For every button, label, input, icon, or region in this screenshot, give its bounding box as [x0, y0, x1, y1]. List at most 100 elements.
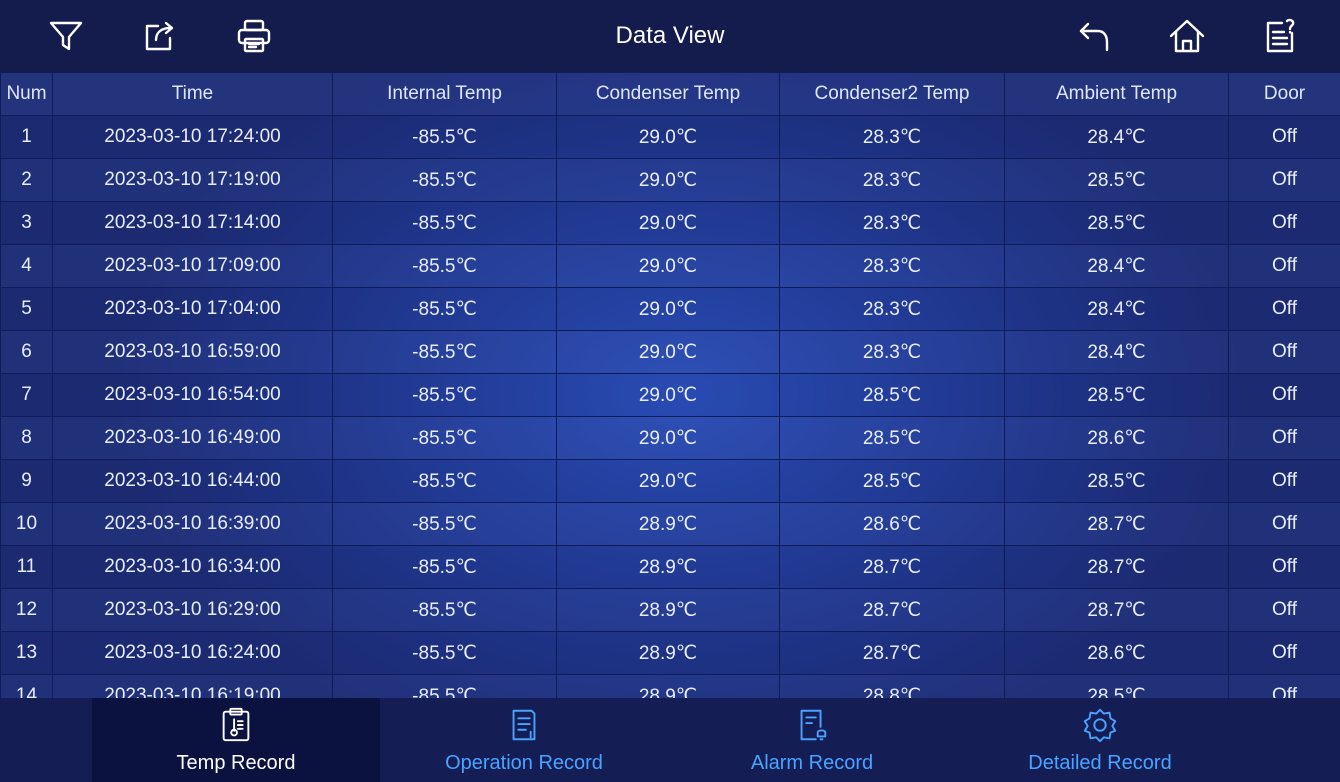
- cell-time: 2023-03-10 17:24:00: [52, 115, 333, 159]
- table-row[interactable]: 1 2023-03-10 17:24:00 -85.5℃ 29.0℃ 28.3℃ 28.4…: [0, 115, 1340, 159]
- temp-record-table: Num Time Internal Temp Condenser Temp Co…: [0, 72, 1340, 698]
- export-button[interactable]: [136, 12, 184, 60]
- page-title: Data View: [615, 22, 725, 49]
- data-table-container[interactable]: Num Time Internal Temp Condenser Temp Co…: [0, 72, 1340, 698]
- home-icon: [1169, 19, 1205, 53]
- nav-label-temp-record: Temp Record: [176, 752, 296, 774]
- table-row[interactable]: 4 2023-03-10 17:09:00 -85.5℃ 29.0℃ 28.3℃ 28.4…: [0, 244, 1340, 288]
- cell-time: 2023-03-10 16:59:00: [52, 330, 333, 374]
- gear-icon: [1083, 708, 1117, 743]
- help-button[interactable]: [1256, 12, 1304, 60]
- cell-time: 2023-03-10 17:04:00: [52, 287, 333, 331]
- cell-internal-temp: -85.5℃: [332, 545, 557, 589]
- print-button[interactable]: [230, 12, 278, 60]
- cell-condenser-temp: 29.0℃: [556, 115, 780, 159]
- column-header-num: Num: [0, 72, 53, 116]
- cell-condenser2-temp: 28.8℃: [779, 674, 1005, 698]
- cell-condenser2-temp: 28.3℃: [779, 330, 1005, 374]
- cell-time: 2023-03-10 16:19:00: [52, 674, 333, 698]
- cell-door: Off: [1228, 459, 1340, 503]
- table-row[interactable]: 10 2023-03-10 16:39:00 -85.5℃ 28.9℃ 28.6℃ 28.…: [0, 502, 1340, 546]
- cell-time: 2023-03-10 17:19:00: [52, 158, 333, 202]
- cell-ambient-temp: 28.5℃: [1004, 201, 1229, 245]
- cell-internal-temp: -85.5℃: [332, 674, 557, 698]
- cell-time: 2023-03-10 16:39:00: [52, 502, 333, 546]
- cell-internal-temp: -85.5℃: [332, 201, 557, 245]
- cell-internal-temp: -85.5℃: [332, 244, 557, 288]
- cell-ambient-temp: 28.7℃: [1004, 502, 1229, 546]
- nav-detailed-record[interactable]: Detailed Record: [956, 698, 1244, 782]
- cell-condenser-temp: 28.9℃: [556, 502, 780, 546]
- cell-internal-temp: -85.5℃: [332, 631, 557, 675]
- cell-condenser-temp: 28.9℃: [556, 588, 780, 632]
- cell-door: Off: [1228, 330, 1340, 374]
- cell-ambient-temp: 28.5℃: [1004, 459, 1229, 503]
- cell-num: 2: [0, 158, 53, 202]
- cell-condenser2-temp: 28.5℃: [779, 373, 1005, 417]
- table-row[interactable]: 6 2023-03-10 16:59:00 -85.5℃ 29.0℃ 28.3℃ 28.4…: [0, 330, 1340, 374]
- cell-door: Off: [1228, 244, 1340, 288]
- cell-condenser-temp: 29.0℃: [556, 459, 780, 503]
- cell-condenser2-temp: 28.7℃: [779, 631, 1005, 675]
- cell-num: 6: [0, 330, 53, 374]
- cell-condenser2-temp: 28.7℃: [779, 545, 1005, 589]
- cell-num: 8: [0, 416, 53, 460]
- nav-operation-record[interactable]: Operation Record: [380, 698, 668, 782]
- cell-internal-temp: -85.5℃: [332, 115, 557, 159]
- column-header-door: Door: [1228, 72, 1340, 116]
- back-button[interactable]: [1070, 12, 1118, 60]
- column-header-condenser-temp: Condenser Temp: [556, 72, 780, 116]
- table-row[interactable]: 3 2023-03-10 17:14:00 -85.5℃ 29.0℃ 28.3℃ 28.5…: [0, 201, 1340, 245]
- cell-ambient-temp: 28.7℃: [1004, 545, 1229, 589]
- cell-time: 2023-03-10 17:14:00: [52, 201, 333, 245]
- table-row[interactable]: 11 2023-03-10 16:34:00 -85.5℃ 28.9℃ 28.7℃ 28.…: [0, 545, 1340, 589]
- cell-door: Off: [1228, 201, 1340, 245]
- table-row[interactable]: 14 2023-03-10 16:19:00 -85.5℃ 28.9℃ 28.8℃ 28.…: [0, 674, 1340, 698]
- nav-alarm-record[interactable]: Alarm Record: [668, 698, 956, 782]
- cell-num: 5: [0, 287, 53, 331]
- cell-door: Off: [1228, 588, 1340, 632]
- top-bar: Data View: [0, 0, 1340, 72]
- nav-label-operation-record: Operation Record: [445, 752, 603, 774]
- cell-ambient-temp: 28.5℃: [1004, 674, 1229, 698]
- cell-time: 2023-03-10 17:09:00: [52, 244, 333, 288]
- cell-door: Off: [1228, 631, 1340, 675]
- table-row[interactable]: 2 2023-03-10 17:19:00 -85.5℃ 29.0℃ 28.3℃ 28.5…: [0, 158, 1340, 202]
- cell-num: 3: [0, 201, 53, 245]
- print-icon: [237, 19, 271, 53]
- cell-door: Off: [1228, 287, 1340, 331]
- cell-ambient-temp: 28.4℃: [1004, 115, 1229, 159]
- export-icon: [145, 21, 174, 51]
- cell-condenser2-temp: 28.3℃: [779, 115, 1005, 159]
- table-row[interactable]: 13 2023-03-10 16:24:00 -85.5℃ 28.9℃ 28.7℃ 28.…: [0, 631, 1340, 675]
- cell-internal-temp: -85.5℃: [332, 459, 557, 503]
- cell-num: 1: [0, 115, 53, 159]
- table-row[interactable]: 7 2023-03-10 16:54:00 -85.5℃ 29.0℃ 28.5℃ 28.5…: [0, 373, 1340, 417]
- home-button[interactable]: [1163, 12, 1211, 60]
- table-row[interactable]: 9 2023-03-10 16:44:00 -85.5℃ 29.0℃ 28.5℃ 28.5…: [0, 459, 1340, 503]
- column-header-ambient-temp: Ambient Temp: [1004, 72, 1229, 116]
- cell-condenser-temp: 29.0℃: [556, 158, 780, 202]
- cell-internal-temp: -85.5℃: [332, 373, 557, 417]
- cell-time: 2023-03-10 16:54:00: [52, 373, 333, 417]
- cell-condenser-temp: 28.9℃: [556, 631, 780, 675]
- cell-time: 2023-03-10 16:44:00: [52, 459, 333, 503]
- cell-condenser2-temp: 28.7℃: [779, 588, 1005, 632]
- filter-button[interactable]: [42, 12, 90, 60]
- cell-num: 7: [0, 373, 53, 417]
- cell-num: 13: [0, 631, 53, 675]
- filter-icon: [49, 21, 83, 51]
- cell-condenser2-temp: 28.3℃: [779, 287, 1005, 331]
- cell-condenser2-temp: 28.3℃: [779, 201, 1005, 245]
- cell-ambient-temp: 28.5℃: [1004, 373, 1229, 417]
- nav-temp-record[interactable]: Temp Record: [92, 698, 380, 782]
- table-row[interactable]: 12 2023-03-10 16:29:00 -85.5℃ 28.9℃ 28.7℃ 28.…: [0, 588, 1340, 632]
- table-row[interactable]: 8 2023-03-10 16:49:00 -85.5℃ 29.0℃ 28.5℃ 28.6…: [0, 416, 1340, 460]
- table-row[interactable]: 5 2023-03-10 17:04:00 -85.5℃ 29.0℃ 28.3℃ 28.4…: [0, 287, 1340, 331]
- cell-internal-temp: -85.5℃: [332, 588, 557, 632]
- document-icon: [512, 709, 536, 741]
- data-view-screen: Data View Num Time Internal Temp Condens…: [0, 0, 1340, 782]
- cell-ambient-temp: 28.5℃: [1004, 158, 1229, 202]
- back-icon: [1079, 22, 1109, 52]
- cell-ambient-temp: 28.4℃: [1004, 244, 1229, 288]
